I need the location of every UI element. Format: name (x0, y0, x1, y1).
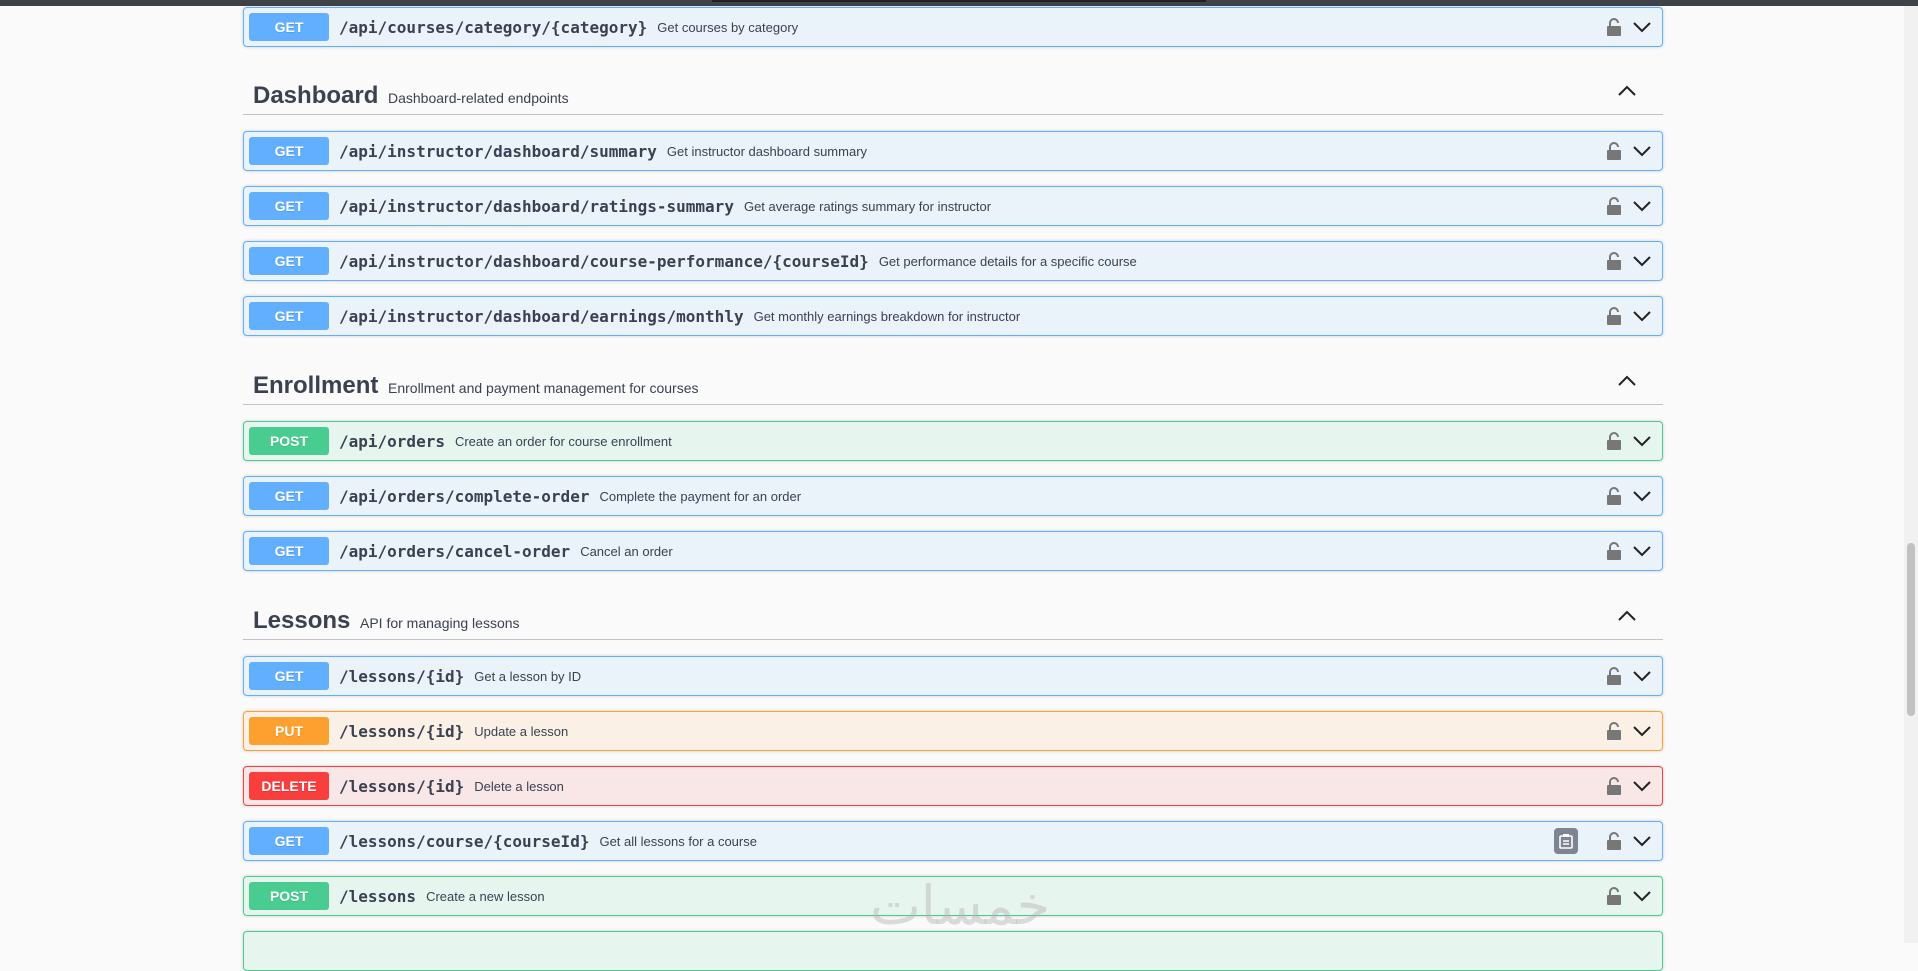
operation-summary: Get performance details for a specific c… (878, 253, 1137, 269)
operation-summary: Get a lesson by ID (474, 668, 582, 684)
chevron-down-icon[interactable] (1632, 489, 1652, 503)
operation-path: /lessons/{id} (339, 666, 465, 686)
operation-path: /lessons (339, 886, 417, 906)
method-badge: GET (249, 537, 329, 565)
lock-icon[interactable] (1606, 666, 1622, 686)
operation-summary: Delete a lesson (474, 778, 564, 794)
chevron-down-icon[interactable] (1632, 309, 1652, 323)
lock-icon[interactable] (1606, 141, 1622, 161)
tag-section-dashboard[interactable]: Dashboard Dashboard-related endpoints (243, 74, 1663, 115)
lock-icon[interactable] (1606, 251, 1622, 271)
method-badge: GET (249, 247, 329, 275)
operation-path: /api/instructor/dashboard/earnings/month… (339, 306, 744, 326)
lock-icon[interactable] (1606, 486, 1622, 506)
watermark-logo: خمسات (869, 873, 1051, 937)
tag-name: Enrollment (253, 372, 379, 399)
lock-icon[interactable] (1606, 17, 1622, 37)
tag-section-lessons[interactable]: Lessons API for managing lessons (243, 599, 1663, 640)
tag-name: Lessons (253, 607, 351, 634)
lock-icon[interactable] (1606, 886, 1622, 906)
chevron-up-icon[interactable] (1617, 609, 1637, 623)
chevron-down-icon[interactable] (1632, 144, 1652, 158)
opblock-put-lesson[interactable]: PUT /lessons/{id} Update a lesson (243, 711, 1663, 751)
method-badge: POST (249, 882, 329, 910)
method-badge: GET (249, 482, 329, 510)
operation-path: /api/instructor/dashboard/course-perform… (339, 251, 869, 271)
opblock-get-ratings-summary[interactable]: GET /api/instructor/dashboard/ratings-su… (243, 186, 1663, 226)
operation-path: /api/orders (339, 431, 445, 451)
operation-path: /api/orders/complete-order (339, 486, 590, 506)
operation-summary: Create an order for course enrollment (454, 433, 672, 449)
lock-icon[interactable] (1606, 196, 1622, 216)
lock-icon[interactable] (1606, 831, 1622, 851)
chevron-down-icon[interactable] (1632, 889, 1652, 903)
operation-path: /api/instructor/dashboard/ratings-summar… (339, 196, 734, 216)
chevron-down-icon[interactable] (1632, 724, 1652, 738)
opblock-get-complete-order[interactable]: GET /api/orders/complete-order Complete … (243, 476, 1663, 516)
opblock-get-course-performance[interactable]: GET /api/instructor/dashboard/course-per… (243, 241, 1663, 281)
lock-icon[interactable] (1606, 306, 1622, 326)
method-badge: GET (249, 302, 329, 330)
tag-section-enrollment[interactable]: Enrollment Enrollment and payment manage… (243, 364, 1663, 405)
browser-top-bar (0, 0, 1918, 6)
lock-icon[interactable] (1606, 721, 1622, 741)
operation-summary: Get all lessons for a course (599, 833, 757, 849)
operation-path: /api/orders/cancel-order (339, 541, 571, 561)
operation-summary: Get average ratings summary for instruct… (743, 198, 992, 214)
operation-path: /api/courses/category/{category} (339, 17, 648, 37)
opblock-get-lesson-by-id[interactable]: GET /lessons/{id} Get a lesson by ID (243, 656, 1663, 696)
operation-summary: Get courses by category (657, 19, 799, 35)
chevron-down-icon[interactable] (1632, 434, 1652, 448)
chevron-down-icon[interactable] (1632, 199, 1652, 213)
clipboard-icon (1559, 834, 1573, 849)
chevron-down-icon[interactable] (1632, 544, 1652, 558)
opblock-get-cancel-order[interactable]: GET /api/orders/cancel-order Cancel an o… (243, 531, 1663, 571)
chevron-down-icon[interactable] (1632, 254, 1652, 268)
opblock-post-orders[interactable]: POST /api/orders Create an order for cou… (243, 421, 1663, 461)
operation-summary: Complete the payment for an order (599, 488, 802, 504)
tag-description: API for managing lessons (360, 615, 520, 631)
lock-icon[interactable] (1606, 541, 1622, 561)
method-badge: DELETE (249, 772, 329, 800)
chevron-down-icon[interactable] (1632, 779, 1652, 793)
opblock-get-lessons-by-course[interactable]: GET /lessons/course/{courseId} Get all l… (243, 821, 1663, 861)
scrollbar-thumb[interactable] (1907, 543, 1915, 716)
opblock-get-earnings-monthly[interactable]: GET /api/instructor/dashboard/earnings/m… (243, 296, 1663, 336)
operation-summary: Get monthly earnings breakdown for instr… (753, 308, 1021, 324)
operation-path: /api/instructor/dashboard/summary (339, 141, 657, 161)
method-badge: GET (249, 137, 329, 165)
lock-icon[interactable] (1606, 431, 1622, 451)
chevron-up-icon[interactable] (1617, 84, 1637, 98)
opblock-get-dashboard-summary[interactable]: GET /api/instructor/dashboard/summary Ge… (243, 131, 1663, 171)
method-badge: GET (249, 662, 329, 690)
opblock-get-courses-by-category[interactable]: GET /api/courses/category/{category} Get… (243, 7, 1663, 47)
operation-path: /lessons/course/{courseId} (339, 831, 590, 851)
method-badge: GET (249, 192, 329, 220)
method-badge: PUT (249, 717, 329, 745)
lock-icon[interactable] (1606, 776, 1622, 796)
method-badge: GET (249, 13, 329, 41)
chevron-down-icon[interactable] (1632, 834, 1652, 848)
copy-to-clipboard-button[interactable] (1554, 828, 1578, 854)
operation-summary: Cancel an order (580, 543, 673, 559)
chevron-up-icon[interactable] (1617, 374, 1637, 388)
tag-name: Dashboard (253, 82, 379, 109)
chevron-down-icon[interactable] (1632, 669, 1652, 683)
operation-summary: Create a new lesson (426, 888, 545, 904)
opblock-delete-lesson[interactable]: DELETE /lessons/{id} Delete a lesson (243, 766, 1663, 806)
page-scrollbar[interactable] (1904, 6, 1918, 943)
operation-path: /lessons/{id} (339, 721, 465, 741)
operation-summary: Update a lesson (474, 723, 569, 739)
chevron-down-icon[interactable] (1632, 20, 1652, 34)
operation-summary: Get instructor dashboard summary (666, 143, 868, 159)
tag-description: Dashboard-related endpoints (388, 90, 569, 106)
method-badge: POST (249, 427, 329, 455)
top-bar-segment (712, 0, 1206, 2)
tag-description: Enrollment and payment management for co… (388, 380, 699, 396)
operation-path: /lessons/{id} (339, 776, 465, 796)
method-badge: GET (249, 827, 329, 855)
